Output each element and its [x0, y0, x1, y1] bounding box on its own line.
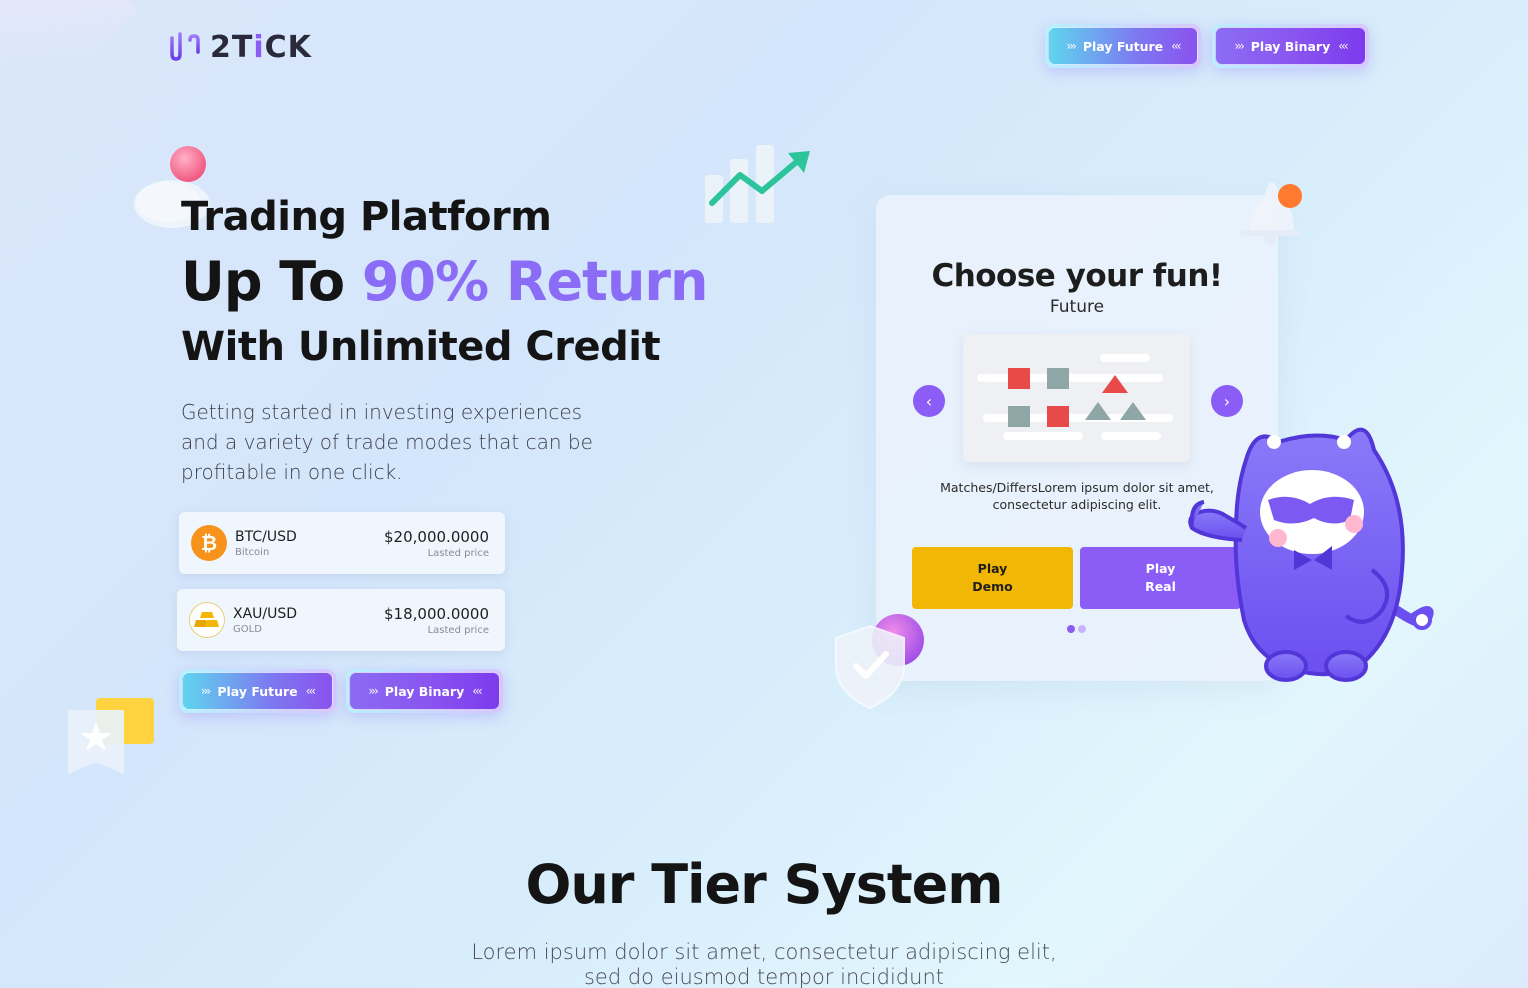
star-card-decoration-icon — [68, 698, 154, 774]
carousel-dot[interactable] — [1078, 625, 1086, 633]
chevrons-right-icon: ››› — [1234, 39, 1245, 53]
play-future-label: Play Future — [217, 683, 298, 699]
chevrons-left-icon: ‹‹‹ — [1338, 39, 1349, 53]
tier-section-title: Our Tier System — [525, 853, 1003, 916]
logo[interactable]: 2TiCK — [168, 28, 312, 66]
logo-text: 2TiCK — [210, 29, 312, 65]
carousel-dot[interactable] — [1067, 625, 1075, 633]
chevrons-right-icon: ››› — [1066, 39, 1077, 53]
growth-chart-decoration-icon — [705, 145, 810, 223]
header-play-future-button[interactable]: ››› Play Future ‹‹‹ — [1045, 24, 1201, 68]
shapes-illustration-icon — [977, 354, 1173, 440]
chevrons-right-icon: ››› — [200, 684, 212, 698]
ticker-pair: BTC/USD — [235, 528, 297, 545]
ticker-card-xau[interactable]: XAU/USD GOLD $18,000.0000 Lasted price — [177, 589, 505, 651]
chevrons-right-icon: ››› — [368, 684, 379, 698]
hero-play-future-button[interactable]: ››› Play Future ‹‹‹ — [179, 669, 336, 713]
play-binary-label: Play Binary — [384, 683, 465, 699]
chevrons-left-icon: ‹‹‹ — [1171, 39, 1182, 53]
mode-illustration-card[interactable] — [963, 334, 1190, 462]
header-play-binary-button[interactable]: ››› Play Binary ‹‹‹ — [1212, 24, 1369, 68]
logo-mark-icon — [170, 32, 200, 62]
panel-title: Choose your fun! — [931, 258, 1223, 294]
carousel-prev-button[interactable]: ‹ — [913, 385, 945, 417]
chevron-right-icon: › — [1223, 391, 1231, 411]
carousel-next-button[interactable]: › — [1211, 385, 1243, 417]
hero-title-accent: 90% Return — [361, 250, 709, 313]
hero-play-binary-button[interactable]: ››› Play Binary ‹‹‹ — [346, 669, 503, 713]
ticker-name: GOLD — [233, 623, 262, 635]
hero-title-line2: Up To 90% Return — [181, 250, 709, 313]
ticker-card-btc[interactable]: ₿ BTC/USD Bitcoin $20,000.0000 Lasted pr… — [179, 512, 505, 574]
ticker-price-label: Lasted price — [427, 624, 489, 636]
ticker-price: $18,000.0000 — [384, 604, 489, 623]
gold-bars-icon — [189, 602, 225, 638]
chevrons-left-icon: ‹‹‹ — [472, 684, 483, 698]
hero-title-line1: Trading Platform — [181, 194, 552, 240]
ticker-price-label: Lasted price — [427, 547, 489, 559]
ticker-pair: XAU/USD — [233, 605, 298, 622]
bell-decoration-icon — [1240, 182, 1302, 246]
chevron-left-icon: ‹ — [925, 391, 933, 411]
play-future-label: Play Future — [1082, 38, 1164, 54]
cat-mascot-illustration-icon — [1188, 427, 1434, 682]
carousel-pagination — [1067, 625, 1086, 633]
bitcoin-icon: ₿ — [191, 525, 227, 561]
play-demo-button[interactable]: Play Demo — [912, 547, 1073, 609]
tier-section-description: Lorem ipsum dolor sit amet, consectetur … — [471, 940, 1057, 988]
shield-check-decoration-icon — [835, 614, 924, 710]
chevrons-left-icon: ‹‹‹ — [305, 684, 317, 698]
play-binary-label: Play Binary — [1250, 38, 1331, 54]
panel-subtitle: Future — [1049, 297, 1105, 317]
hero-title-line3: With Unlimited Credit — [181, 324, 661, 370]
ticker-name: Bitcoin — [235, 546, 270, 558]
corner-glow-decoration — [0, 0, 138, 138]
ticker-price: $20,000.0000 — [384, 527, 489, 546]
hero-description: Getting started in investing experiences… — [181, 400, 593, 484]
